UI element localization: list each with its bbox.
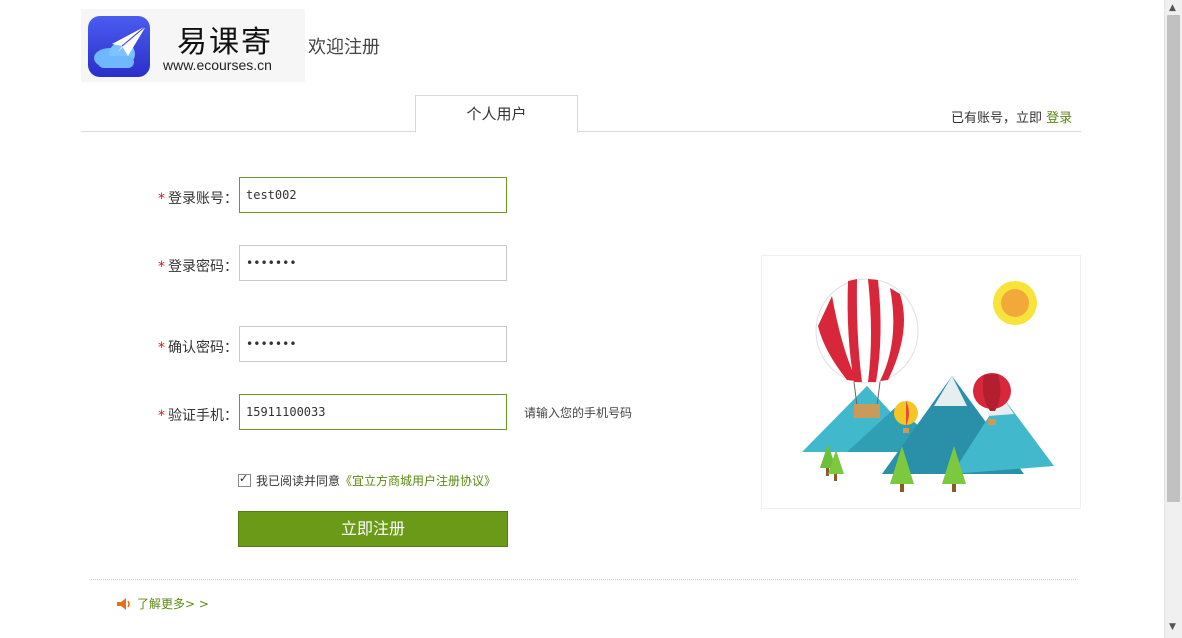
confirm-password-label-text: 确认密码： — [168, 340, 238, 356]
tab-personal-user[interactable]: 个人用户 — [415, 95, 578, 133]
password-label-text: 登录密码： — [168, 259, 238, 275]
confirm-password-input[interactable]: ••••••• — [239, 326, 507, 362]
scrollbar-thumb[interactable] — [1167, 15, 1180, 502]
required-mark: * — [158, 191, 165, 207]
required-mark: * — [158, 259, 165, 275]
tab-divider — [81, 131, 1081, 132]
speaker-icon — [117, 597, 130, 610]
scroll-down-arrow-icon[interactable]: ▼ — [1169, 622, 1176, 632]
confirm-password-label: * 确认密码： — [158, 337, 238, 357]
learn-more-link[interactable]: 了解更多> > — [116, 595, 209, 612]
agreement-link[interactable]: 《宜立方商城用户注册协议》 — [340, 472, 496, 489]
account-label: * 登录账号： — [158, 188, 238, 208]
logo[interactable]: 易课寄 www.ecourses.cn — [81, 9, 305, 82]
learn-more-text: 了解更多> > — [137, 597, 209, 611]
logo-name: 易课寄 — [177, 25, 273, 60]
required-mark: * — [158, 408, 165, 424]
login-link[interactable]: 登录 — [1046, 111, 1072, 126]
balloon-illustration — [761, 255, 1081, 509]
phone-input[interactable]: 15911100033 — [239, 394, 507, 430]
phone-label-text: 验证手机： — [168, 408, 238, 424]
password-label: * 登录密码： — [158, 256, 238, 276]
account-input[interactable]: test002 — [239, 177, 507, 213]
paper-plane-cloud-icon — [88, 16, 150, 77]
phone-hint: 请输入您的手机号码 — [524, 406, 633, 420]
register-button[interactable]: 立即注册 — [238, 511, 508, 547]
footer-divider — [91, 579, 1076, 580]
logo-url: www.ecourses.cn — [163, 57, 272, 73]
scroll-up-arrow-icon[interactable]: ▲ — [1169, 3, 1176, 13]
agreement-text: 我已阅读并同意 — [256, 474, 341, 488]
phone-label: * 验证手机： — [158, 405, 238, 425]
hot-air-balloon-icon — [802, 278, 1054, 492]
password-input[interactable]: ••••••• — [239, 245, 507, 281]
account-label-text: 登录账号： — [168, 191, 238, 207]
page-title: 欢迎注册 — [308, 37, 380, 58]
login-hint: 已有账号，立即 登录 — [951, 107, 1072, 126]
agreement-checkbox[interactable] — [238, 472, 251, 487]
login-hint-text: 已有账号，立即 — [951, 111, 1043, 126]
agreement-row: 我已阅读并同意 《宜立方商城用户注册协议》 — [238, 472, 496, 489]
vertical-scrollbar[interactable]: ▲ ▼ — [1164, 0, 1182, 638]
required-mark: * — [158, 340, 165, 356]
